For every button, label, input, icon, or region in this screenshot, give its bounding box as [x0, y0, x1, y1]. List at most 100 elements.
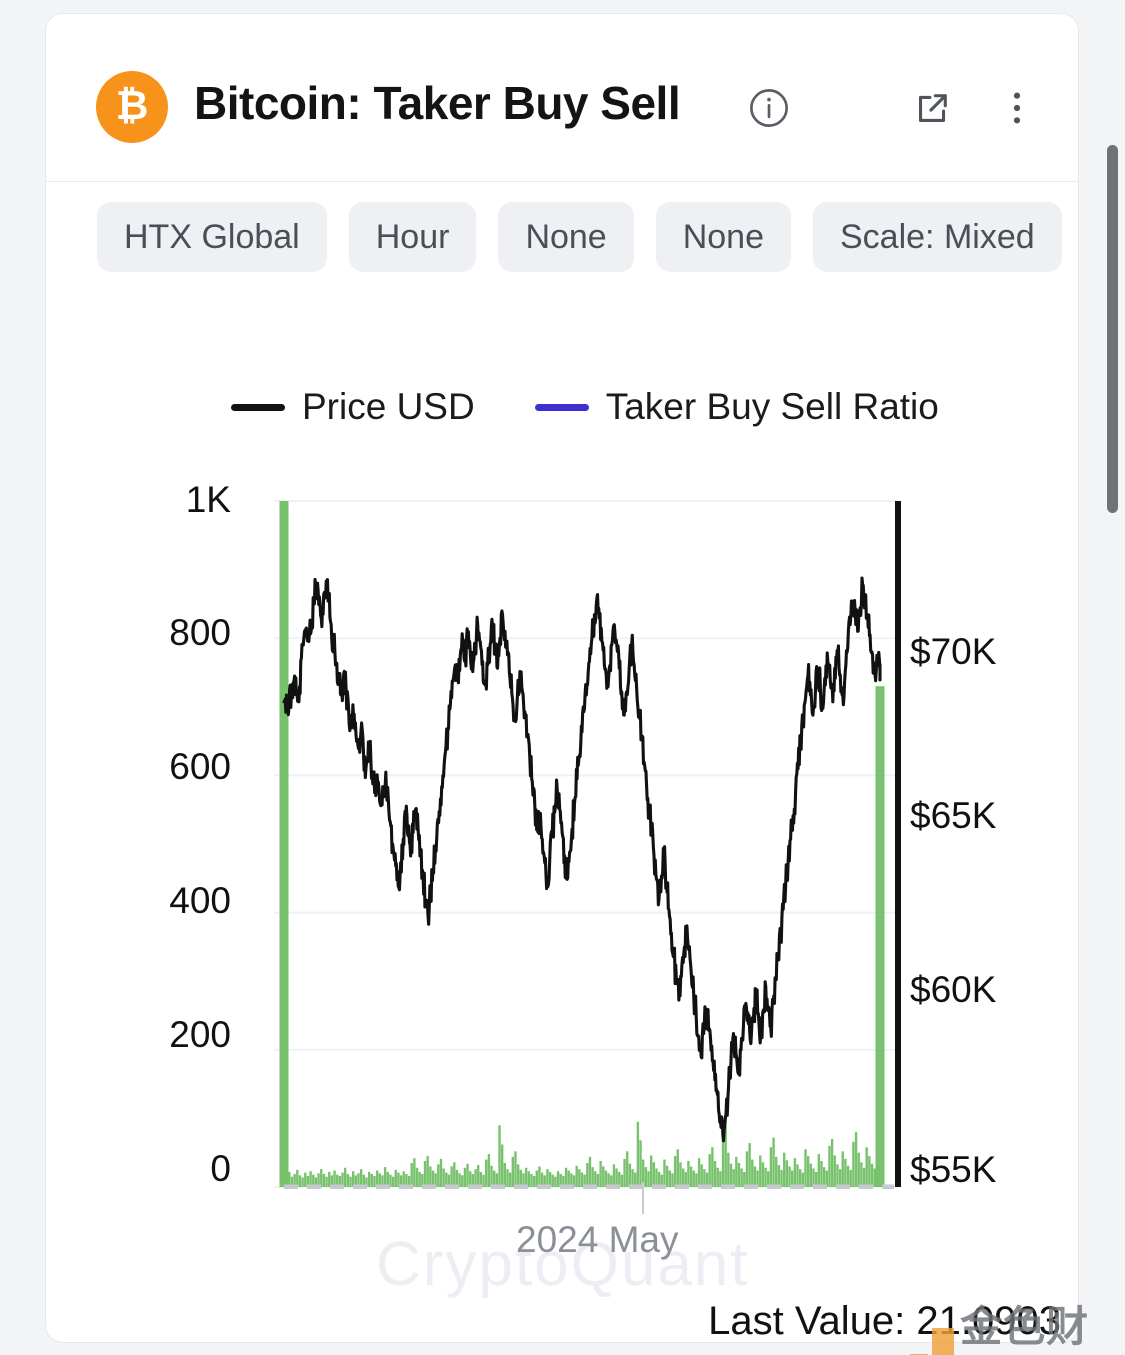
ratio-bar	[368, 1172, 370, 1187]
legend-swatch-ratio	[535, 404, 589, 411]
ratio-bar	[325, 1177, 327, 1187]
ratio-bar	[520, 1170, 522, 1187]
ratio-bar	[780, 1170, 782, 1187]
ratio-bar	[701, 1164, 703, 1187]
legend-label-ratio: Taker Buy Sell Ratio	[606, 386, 939, 428]
ratio-bar	[530, 1174, 532, 1187]
legend-item-ratio[interactable]: Taker Buy Sell Ratio	[535, 386, 939, 428]
ratio-bar	[477, 1165, 479, 1187]
ratio-bar	[679, 1162, 681, 1187]
ratio-bar	[807, 1156, 809, 1187]
chart-gridlines	[274, 501, 897, 1187]
ratio-bar	[464, 1168, 466, 1187]
external-link-icon[interactable]	[907, 82, 959, 134]
ratio-bar	[371, 1174, 373, 1187]
ratio-bar	[552, 1175, 554, 1187]
chip-interval[interactable]: Hour	[349, 202, 477, 272]
ratio-bar	[759, 1155, 761, 1187]
y-axis-left-tick: 600	[101, 746, 231, 788]
ratio-bar	[727, 1153, 729, 1187]
ratio-bar	[466, 1164, 468, 1187]
ratio-bar	[538, 1166, 540, 1187]
ratio-bar	[794, 1158, 796, 1187]
chip-scale[interactable]: Scale: Mixed	[813, 202, 1062, 272]
ratio-bar	[304, 1173, 306, 1187]
legend-label-price: Price USD	[302, 386, 475, 428]
ratio-bar	[834, 1155, 836, 1187]
ratio-bar	[512, 1157, 514, 1187]
scrollbar[interactable]	[1105, 0, 1119, 1355]
ratio-bar	[722, 1136, 724, 1187]
chip-option-b[interactable]: None	[656, 202, 791, 272]
y-axis-left-tick: 1K	[101, 479, 231, 521]
ratio-bar	[850, 1170, 852, 1187]
ratio-bar	[490, 1166, 492, 1187]
ratio-bar	[690, 1166, 692, 1187]
y-axis-right-tick: $65K	[910, 795, 996, 837]
ratio-bar	[695, 1173, 697, 1187]
ratio-bar	[546, 1169, 548, 1187]
ratio-bar	[655, 1168, 657, 1187]
chart-area: 1K 800 600 400 200 0 $70K $65K $60K $55K	[46, 469, 1078, 1279]
ratio-bar	[732, 1169, 734, 1187]
ratio-bar	[650, 1155, 652, 1187]
ratio-bar	[653, 1162, 655, 1187]
y-axis-left-tick: 400	[101, 880, 231, 922]
ratio-bar	[299, 1175, 301, 1187]
y-axis-right-tick: $60K	[910, 969, 996, 1011]
ratio-bar	[740, 1168, 742, 1187]
ratio-bar	[786, 1160, 788, 1187]
ratio-bar	[498, 1125, 500, 1187]
more-vertical-icon[interactable]	[991, 82, 1043, 134]
ratio-bar	[839, 1169, 841, 1187]
ratio-bar	[392, 1177, 394, 1187]
legend-item-price[interactable]: Price USD	[231, 386, 475, 428]
ratio-bar	[818, 1154, 820, 1187]
ratio-bar	[772, 1138, 774, 1187]
ratio-bar	[384, 1167, 386, 1187]
ratio-bar	[419, 1172, 421, 1187]
ratio-bar	[847, 1166, 849, 1187]
ratio-bar	[320, 1169, 322, 1187]
ratio-bar	[751, 1160, 753, 1187]
chip-exchange[interactable]: HTX Global	[97, 202, 327, 272]
ratio-bar	[450, 1166, 452, 1187]
scrollbar-thumb[interactable]	[1107, 145, 1118, 513]
ratio-bar	[506, 1169, 508, 1187]
ratio-bar	[488, 1154, 490, 1187]
info-icon[interactable]	[743, 82, 795, 134]
ratio-bar	[703, 1169, 705, 1187]
ratio-bar	[424, 1161, 426, 1187]
y-axis-left-tick: 0	[101, 1148, 231, 1190]
bitcoin-icon: ₿	[96, 71, 168, 143]
ratio-bar	[855, 1132, 857, 1187]
ratio-bar	[788, 1166, 790, 1187]
ratio-bar	[631, 1169, 633, 1187]
price-line-series	[284, 578, 880, 1141]
ratio-bar	[783, 1153, 785, 1187]
ratio-bar	[669, 1171, 671, 1187]
ratio-bar	[666, 1166, 668, 1187]
ratio-bar	[591, 1167, 593, 1187]
ratio-bar	[852, 1142, 854, 1187]
chip-option-a[interactable]: None	[498, 202, 633, 272]
ratio-bar	[440, 1159, 442, 1187]
chart-legend: Price USD Taker Buy Sell Ratio	[231, 386, 939, 428]
ratio-bar	[863, 1168, 865, 1187]
ratio-bar	[623, 1159, 625, 1187]
ratio-bar	[626, 1151, 628, 1187]
ratio-bar	[876, 686, 885, 1187]
ratio-bar	[411, 1163, 413, 1187]
ratio-bar	[844, 1159, 846, 1187]
chart-plot[interactable]	[274, 499, 901, 1189]
ratio-bar	[597, 1174, 599, 1187]
ratio-bar	[738, 1163, 740, 1187]
ratio-bar	[565, 1168, 567, 1187]
ratio-bar	[578, 1169, 580, 1187]
ratio-bar	[395, 1170, 397, 1187]
ratio-bar	[730, 1164, 732, 1187]
ratio-bar	[437, 1164, 439, 1187]
ratio-bar	[775, 1157, 777, 1187]
ratio-bar	[645, 1167, 647, 1187]
ratio-bar	[860, 1162, 862, 1187]
